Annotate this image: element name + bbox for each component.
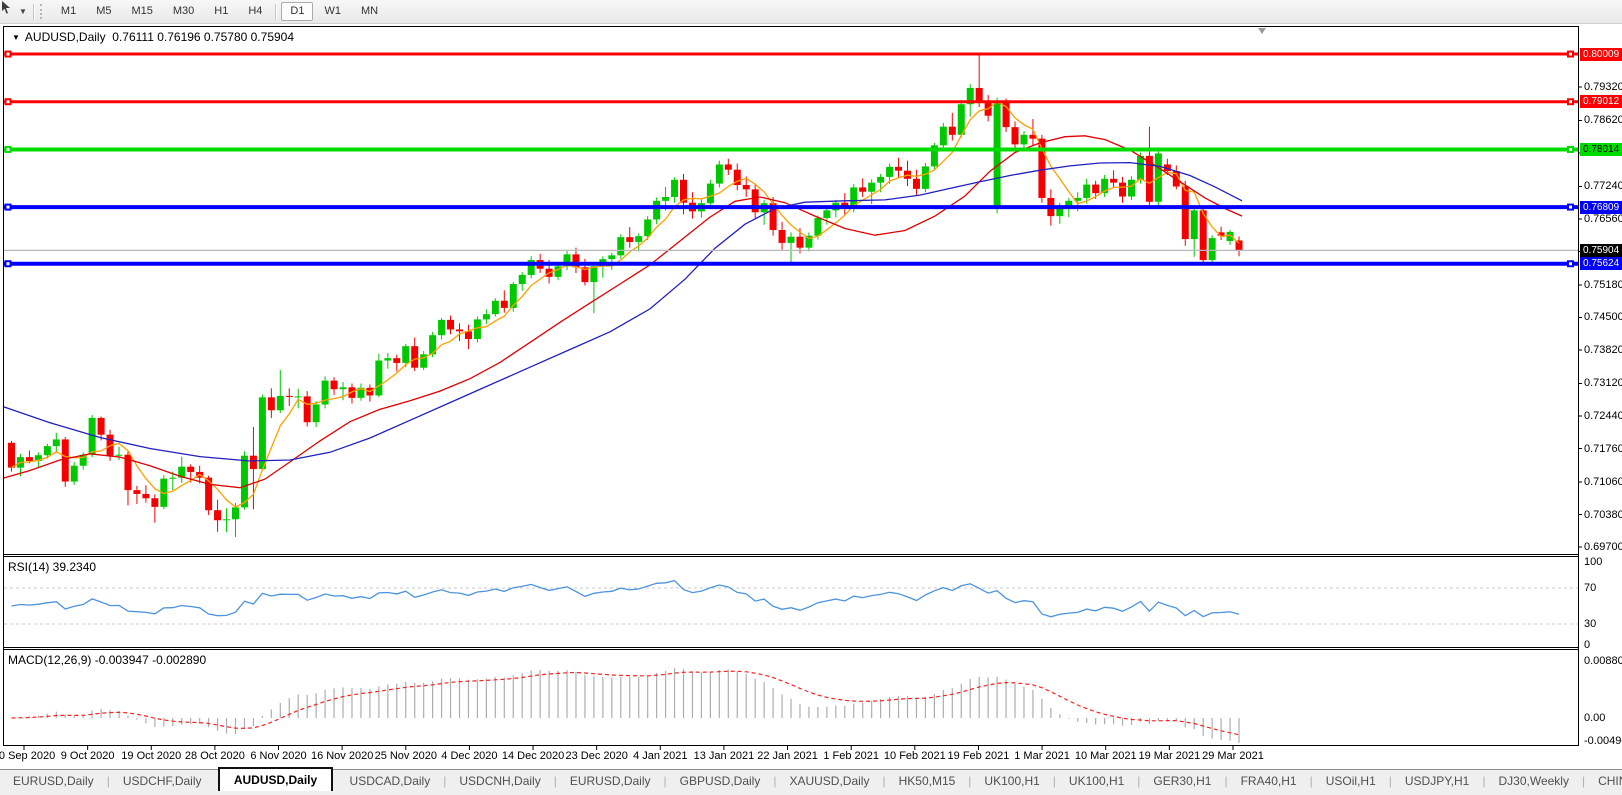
tab-xauusd-daily[interactable]: XAUUSD,Daily	[776, 770, 882, 791]
rsi-axis-tick: 70	[1584, 582, 1596, 594]
current-price-chip: 0.75904	[1580, 244, 1622, 257]
date-axis-label: 19 Oct 2020	[121, 750, 181, 762]
date-axis-label: 23 Dec 2020	[565, 750, 627, 762]
chart-collapse-icon[interactable]: ▼	[12, 33, 20, 42]
tab-ger30-h1[interactable]: GER30,H1	[1140, 770, 1224, 791]
tab-uk100-h1[interactable]: UK100,H1	[971, 770, 1052, 791]
price-level-chip: 0.75624	[1580, 257, 1622, 270]
macd-axis-tick: -0.004961	[1584, 735, 1622, 747]
tab-uk100-h1[interactable]: UK100,H1	[1056, 770, 1137, 791]
date-axis-label: 28 Oct 2020	[185, 750, 245, 762]
date-axis-label: 1 Mar 2021	[1014, 750, 1070, 762]
tab-usdcnh-daily[interactable]: USDCNH,Daily	[446, 770, 553, 791]
date-axis-label: 1 Feb 2021	[823, 750, 879, 762]
tab-usoil-h1[interactable]: USOil,H1	[1313, 770, 1389, 791]
tab-audusd-daily[interactable]: AUDUSD,Daily	[218, 767, 333, 791]
date-axis-label: 29 Mar 2021	[1202, 750, 1264, 762]
date-axis-label: 9 Oct 2020	[61, 750, 115, 762]
date-axis-label: 16 Nov 2020	[311, 750, 373, 762]
date-axis-label: 19 Mar 2021	[1138, 750, 1200, 762]
rsi-axis-tick: 30	[1584, 618, 1596, 630]
price-axis-tick: 0.73820	[1584, 344, 1622, 356]
tab-usdchf-daily[interactable]: USDCHF,Daily	[110, 770, 215, 791]
rsi-indicator-label: RSI(14) 39.2340	[8, 560, 96, 574]
date-axis-label: 10 Feb 2021	[884, 750, 946, 762]
price-axis-tick: 0.78620	[1584, 114, 1622, 126]
date-axis-label: 30 Sep 2020	[0, 750, 55, 762]
price-axis-tick: 0.76560	[1584, 213, 1622, 225]
price-axis-tick: 0.70380	[1584, 509, 1622, 521]
chart-ohlc-values: 0.76111 0.76196 0.75780 0.75904	[112, 30, 294, 44]
date-axis-label: 4 Jan 2021	[633, 750, 687, 762]
price-axis-tick: 0.71060	[1584, 476, 1622, 488]
date-axis-label: 6 Nov 2020	[250, 750, 306, 762]
price-level-chip: 0.78014	[1580, 143, 1622, 156]
price-level-chip: 0.80009	[1580, 48, 1622, 61]
price-chart-canvas[interactable]	[0, 0, 1622, 795]
price-axis-tick: 0.72440	[1584, 410, 1622, 422]
date-axis-label: 4 Dec 2020	[441, 750, 497, 762]
price-level-chip: 0.79012	[1580, 95, 1622, 108]
tab-dj30-weekly[interactable]: DJ30,Weekly	[1485, 770, 1581, 791]
price-axis-tick: 0.73120	[1584, 377, 1622, 389]
price-axis-tick: 0.79320	[1584, 81, 1622, 93]
date-axis-label: 19 Feb 2021	[948, 750, 1010, 762]
mt4-terminal: ▼ M1M5M15M30H1H4D1W1MN ▼AUDUSD,Daily 0.7…	[0, 0, 1622, 795]
tab-eurusd-daily[interactable]: EURUSD,Daily	[557, 770, 664, 791]
macd-axis-tick: 0.00	[1584, 712, 1605, 724]
tab-china300-h1[interactable]: CHINA300,H1	[1585, 770, 1622, 791]
price-axis-tick: 0.77240	[1584, 180, 1622, 192]
tab-gbpusd-daily[interactable]: GBPUSD,Daily	[667, 770, 774, 791]
date-axis-label: 13 Jan 2021	[694, 750, 755, 762]
price-axis-tick: 0.71760	[1584, 443, 1622, 455]
macd-indicator-label: MACD(12,26,9) -0.003947 -0.002890	[8, 653, 206, 667]
rsi-axis-tick: 0	[1584, 639, 1590, 651]
tab-usdcad-daily[interactable]: USDCAD,Daily	[337, 770, 444, 791]
tab-eurusd-daily[interactable]: EURUSD,Daily	[0, 770, 107, 791]
rsi-axis-tick: 100	[1584, 556, 1602, 568]
tab-fra40-h1[interactable]: FRA40,H1	[1228, 770, 1310, 791]
chart-tab-bar: EURUSD,Daily|USDCHF,Daily AUDUSD,Daily U…	[0, 769, 1622, 795]
date-axis-label: 10 Mar 2021	[1075, 750, 1137, 762]
tab-usdjpy-h1[interactable]: USDJPY,H1	[1392, 770, 1482, 791]
price-axis-tick: 0.74500	[1584, 311, 1622, 323]
date-axis-label: 22 Jan 2021	[757, 750, 818, 762]
date-axis-label: 14 Dec 2020	[502, 750, 564, 762]
chart-symbol-label: AUDUSD,Daily	[25, 30, 106, 44]
tab-hk50-m15[interactable]: HK50,M15	[886, 770, 969, 791]
chart-title: ▼ AUDUSD,Daily 0.76111 0.76196 0.75780 0.…	[12, 30, 294, 44]
price-axis-tick: 0.75180	[1584, 279, 1622, 291]
date-axis-label: 25 Nov 2020	[375, 750, 437, 762]
price-axis-tick: 0.69700	[1584, 541, 1622, 553]
macd-axis-tick: 0.008807	[1584, 655, 1622, 667]
price-level-chip: 0.76809	[1580, 201, 1622, 214]
